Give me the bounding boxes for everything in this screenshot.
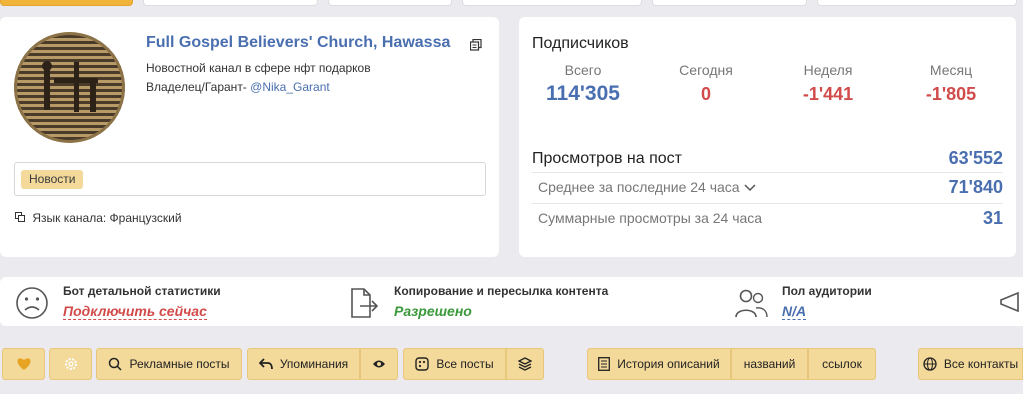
views-sum-label: Суммарные просмотры за 24 часа xyxy=(538,210,763,226)
all-contacts-label: Все контакты xyxy=(943,357,1019,371)
language-icon xyxy=(15,212,25,222)
forward-document-icon xyxy=(351,288,379,318)
favorite-button[interactable] xyxy=(2,348,45,380)
megaphone-icon xyxy=(1000,291,1019,313)
subscribers-title: Подписчиков xyxy=(532,35,629,52)
info-strip: Бот детальной статистики Подключить сейч… xyxy=(0,277,1023,326)
list-document-icon xyxy=(598,357,611,371)
all-posts-button[interactable]: Все посты xyxy=(403,348,506,380)
top-tab-strip xyxy=(0,0,1023,8)
copy-content-item: Копирование и пересылка контента Разреше… xyxy=(348,277,708,326)
bot-connect-link[interactable]: Подключить сейчас xyxy=(63,303,207,320)
views-value: 63'552 xyxy=(948,148,1003,168)
channel-description: Новостной канал в сфере нфт подарков xyxy=(146,61,371,75)
reply-icon xyxy=(258,358,273,370)
tab[interactable] xyxy=(462,0,642,6)
mentions-label: Упоминания xyxy=(279,357,349,371)
views-avg-label: Среднее за последние 24 часа xyxy=(538,179,756,195)
audience-gender-item: Пол аудитории N/A xyxy=(734,277,934,326)
tab[interactable] xyxy=(143,0,318,6)
subs-week-value: -1'441 xyxy=(802,84,854,104)
channel-title[interactable]: Full Gospel Believers' Church, Hawassa xyxy=(146,34,450,52)
gear-icon xyxy=(64,358,77,370)
eye-icon xyxy=(373,360,385,368)
tab[interactable] xyxy=(652,0,807,6)
layers-icon xyxy=(518,357,532,371)
audience-gender-value[interactable]: N/A xyxy=(782,303,807,320)
subs-total: Всего 114'305 xyxy=(528,62,638,106)
stats-card: Подписчиков Всего 114'305 Сегодня 0 Неде… xyxy=(519,17,1016,257)
tab[interactable] xyxy=(328,0,452,6)
owner-link[interactable]: @Nika_Garant xyxy=(250,80,330,94)
copy-icon[interactable] xyxy=(470,39,482,51)
views-avg-row[interactable]: Среднее за последние 24 часа 71'840 xyxy=(532,172,1003,202)
bot-stats-item: Бот детальной статистики Подключить сейч… xyxy=(15,277,335,326)
subs-today: Сегодня 0 xyxy=(651,62,761,105)
subs-month-value: -1'805 xyxy=(925,84,977,104)
all-posts-layers-button[interactable] xyxy=(506,348,544,380)
category-tag[interactable]: Новости xyxy=(21,170,84,189)
subs-total-label: Всего xyxy=(564,62,602,78)
history-descriptions-button[interactable]: История описаний xyxy=(587,348,731,380)
ad-posts-button[interactable]: Рекламные посты xyxy=(96,348,242,380)
history-names-button[interactable]: названий xyxy=(731,348,808,380)
copy-content-status: Разрешено xyxy=(394,303,472,319)
history-links-label: ссылок xyxy=(822,357,862,371)
ad-posts-label: Рекламные посты xyxy=(129,357,230,371)
subs-month: Месяц -1'805 xyxy=(896,62,1006,105)
channel-card: Full Gospel Believers' Church, Hawassa Н… xyxy=(0,17,499,257)
views-sum-row: Суммарные просмотры за 24 часа 31 xyxy=(532,203,1003,233)
views-avg-value: 71'840 xyxy=(948,177,1003,197)
tags-box: Новости xyxy=(14,162,486,196)
views-title: Просмотров на пост xyxy=(532,150,682,167)
history-names-label: названий xyxy=(743,357,796,371)
channel-language: Язык канала: Французский xyxy=(15,211,182,225)
search-icon xyxy=(109,357,123,371)
history-links-button[interactable]: ссылок xyxy=(808,348,876,380)
subs-week: Неделя -1'441 xyxy=(773,62,883,105)
views-sum-value: 31 xyxy=(982,208,1003,228)
sad-face-icon xyxy=(16,287,48,319)
chevron-down-icon[interactable] xyxy=(744,184,756,192)
heart-icon xyxy=(16,358,31,370)
tab[interactable] xyxy=(817,0,1017,6)
subs-today-value: 0 xyxy=(700,84,711,104)
subs-total-value: 114'305 xyxy=(546,82,620,105)
channel-avatar xyxy=(14,32,125,143)
channel-owner: Владелец/Гарант- @Nika_Garant xyxy=(146,80,330,94)
owner-label: Владелец/Гарант- xyxy=(146,80,247,94)
all-contacts-button[interactable]: Все контакты xyxy=(918,348,1023,380)
bot-stats-title: Бот детальной статистики xyxy=(63,284,221,298)
subs-week-label: Неделя xyxy=(803,62,853,78)
mentions-view-button[interactable] xyxy=(360,348,398,380)
language-text: Язык канала: Французский xyxy=(32,211,182,225)
globe-icon xyxy=(923,357,937,371)
mentions-button[interactable]: Упоминания xyxy=(247,348,360,380)
audience-gender-title: Пол аудитории xyxy=(782,284,872,298)
copy-content-title: Копирование и пересылка контента xyxy=(394,284,609,298)
subs-today-label: Сегодня xyxy=(679,62,733,78)
history-descriptions-label: История описаний xyxy=(617,357,720,371)
users-icon xyxy=(735,289,768,318)
subs-month-label: Месяц xyxy=(929,62,973,78)
palette-icon xyxy=(415,357,430,371)
all-posts-label: Все посты xyxy=(436,357,494,371)
church-logo-icon xyxy=(14,32,125,143)
tab-active[interactable] xyxy=(0,0,133,6)
settings-button[interactable] xyxy=(49,348,92,380)
